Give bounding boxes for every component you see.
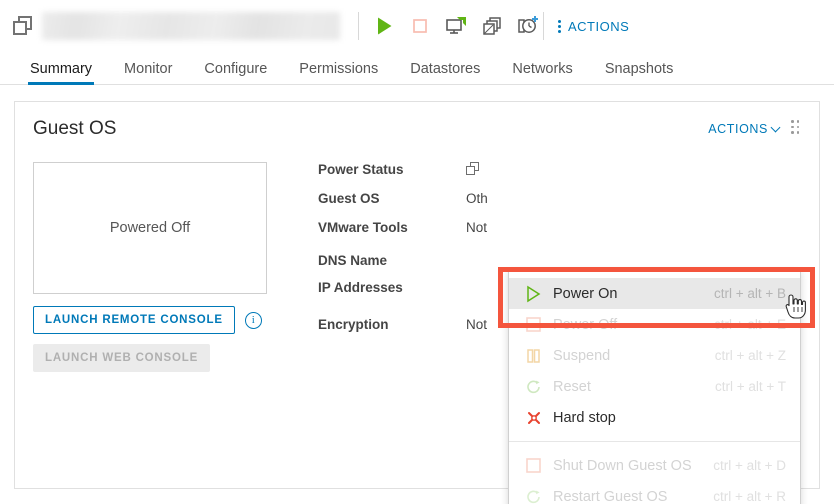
tab-permissions[interactable]: Permissions [283,61,394,84]
menu-item-restart-guest-os: Restart Guest OS ctrl + alt + R [509,481,800,504]
actions-label: ACTIONS [568,19,629,34]
menu-item-shortcut: ctrl + alt + T [715,379,786,394]
object-toolbar: ACTIONS [0,0,834,52]
property-label: Encryption [318,317,466,332]
power-off-icon [525,316,545,334]
vm-console-thumbnail[interactable]: Powered Off [33,162,267,294]
menu-item-label: Shut Down Guest OS [553,458,713,474]
menu-item-label: Restart Guest OS [553,489,713,504]
property-value [466,162,481,177]
menu-item-label: Power On [553,286,714,302]
property-row-guest-os: Guest OS Oth [318,191,801,206]
kebab-icon [558,20,565,33]
toolbar-divider-right [543,12,544,40]
property-label: Guest OS [318,191,466,206]
migrate-icon[interactable] [481,15,503,37]
actions-menu-button[interactable]: ACTIONS [558,19,629,34]
object-title-redacted [42,12,340,40]
menu-item-shortcut: ctrl + alt + E [714,317,786,332]
card-actions-label: ACTIONS [708,122,768,136]
menu-item-shortcut: ctrl + alt + R [713,489,786,504]
menu-item-shortcut: ctrl + alt + D [713,458,786,473]
property-label: DNS Name [318,253,466,268]
menu-item-shut-down-guest-os: Shut Down Guest OS ctrl + alt + D [509,450,800,481]
power-on-icon[interactable] [373,15,395,37]
vm-status-icon [466,162,481,177]
tab-snapshots[interactable]: Snapshots [589,61,690,84]
menu-item-suspend: Suspend ctrl + alt + Z [509,340,800,371]
launch-console-icon[interactable] [445,15,467,37]
property-value: Oth [466,191,488,206]
property-value: Not [466,317,487,332]
guest-os-card: Guest OS ACTIONS Powered Off LAUNCH REMO… [14,101,820,489]
tab-monitor[interactable]: Monitor [108,61,188,84]
menu-item-shortcut: ctrl + alt + B [714,286,786,301]
snapshot-icon[interactable] [517,15,539,37]
restart-guest-icon [525,488,545,504]
menu-item-reset: Reset ctrl + alt + T [509,371,800,402]
power-off-icon[interactable] [409,15,431,37]
virtual-machine-icon [10,13,36,39]
tab-bar: Summary Monitor Configure Permissions Da… [0,52,834,85]
launch-remote-console-button[interactable]: LAUNCH REMOTE CONSOLE [33,306,235,334]
launch-web-console-button: LAUNCH WEB CONSOLE [33,344,210,372]
suspend-icon [525,347,545,365]
property-label: VMware Tools [318,220,466,235]
card-actions-button[interactable]: ACTIONS [708,122,779,136]
menu-item-label: Power Off [553,317,714,333]
console-button-row: LAUNCH REMOTE CONSOLE i [33,306,267,334]
tab-datastores[interactable]: Datastores [394,61,496,84]
menu-item-hard-stop[interactable]: Hard stop [509,402,800,433]
property-label: IP Addresses [318,280,466,295]
power-actions-dropdown: Power On ctrl + alt + B Power Off ctrl +… [508,270,801,504]
menu-item-power-on[interactable]: Power On ctrl + alt + B [509,278,800,309]
console-column: Powered Off LAUNCH REMOTE CONSOLE i LAUN… [33,162,267,372]
content-area: Guest OS ACTIONS Powered Off LAUNCH REMO… [0,85,834,503]
hard-stop-icon [525,409,545,427]
menu-item-label: Reset [553,379,715,395]
reset-icon [525,378,545,396]
info-icon[interactable]: i [245,312,262,329]
mouse-cursor [785,294,807,320]
menu-item-power-off: Power Off ctrl + alt + E [509,309,800,340]
menu-item-shortcut: ctrl + alt + Z [715,348,786,363]
drag-handle-icon[interactable] [791,120,803,134]
tab-networks[interactable]: Networks [496,61,588,84]
page-title: Guest OS [33,118,801,140]
tab-summary[interactable]: Summary [14,61,108,84]
property-label: Power Status [318,162,466,177]
power-on-icon [525,285,545,303]
property-value: Not [466,220,487,235]
shut-down-guest-icon [525,457,545,475]
toolbar-divider-left [358,12,359,40]
property-row-dns-name: DNS Name [318,253,801,268]
menu-separator [509,441,800,442]
menu-item-label: Hard stop [553,410,786,426]
vm-power-state-text: Powered Off [110,220,190,236]
tab-configure[interactable]: Configure [188,61,283,84]
chevron-down-icon [771,123,781,133]
menu-item-label: Suspend [553,348,715,364]
toolbar-icon-group [373,15,539,37]
property-row-vmware-tools: VMware Tools Not [318,220,801,235]
property-row-power-status: Power Status [318,162,801,177]
